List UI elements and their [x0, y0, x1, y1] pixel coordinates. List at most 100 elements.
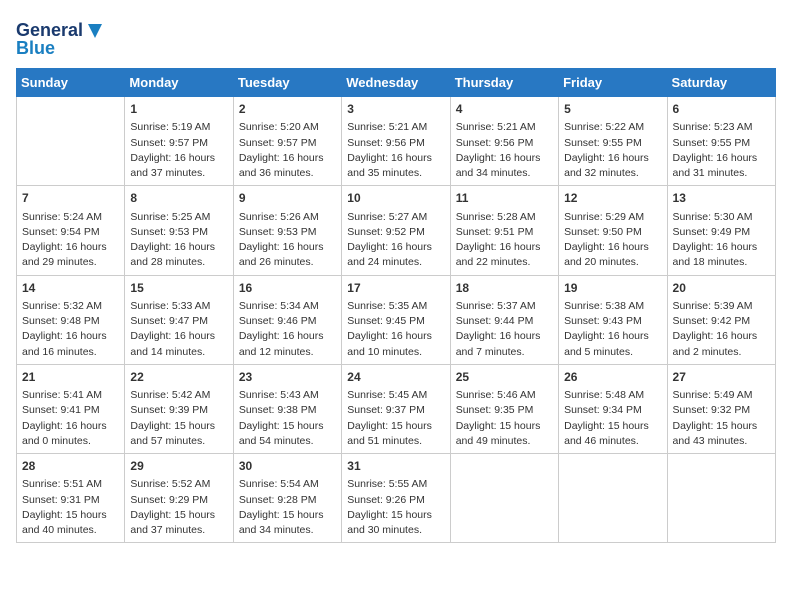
- day-number: 25: [456, 369, 553, 386]
- cell-content: Sunrise: 5:55 AMSunset: 9:26 PMDaylight:…: [347, 477, 444, 538]
- cell-content: Sunrise: 5:37 AMSunset: 9:44 PMDaylight:…: [456, 299, 553, 360]
- calendar-cell: 3 Sunrise: 5:21 AMSunset: 9:56 PMDaylight…: [342, 97, 450, 186]
- day-number: 12: [564, 190, 661, 207]
- svg-text:General: General: [16, 20, 83, 40]
- calendar-cell: 24Sunrise: 5:45 AMSunset: 9:37 PMDayligh…: [342, 364, 450, 453]
- calendar-cell: 17 Sunrise: 5:35 AMSunset: 9:45 PMDayligh…: [342, 275, 450, 364]
- page-header: General Blue: [16, 16, 776, 60]
- day-number: 18: [456, 280, 553, 297]
- calendar-cell: 31 Sunrise: 5:55 AMSunset: 9:26 PMDayligh…: [342, 454, 450, 543]
- day-number: 26: [564, 369, 661, 386]
- day-number: 7: [22, 190, 119, 207]
- cell-content: Sunrise: 5:30 AMSunset: 9:49 PMDaylight:…: [673, 210, 770, 271]
- cell-content: Sunrise: 5:28 AMSunset: 9:51 PMDaylight:…: [456, 210, 553, 271]
- day-number: 23: [239, 369, 336, 386]
- cell-content: Sunrise: 5:52 AMSunset: 9:29 PMDaylight:…: [130, 477, 227, 538]
- calendar-cell: 12Sunrise: 5:29 AMSunset: 9:50 PMDayligh…: [559, 186, 667, 275]
- week-row-3: 14 Sunrise: 5:32 AMSunset: 9:48 PMDayligh…: [17, 275, 776, 364]
- calendar-cell: 27Sunrise: 5:49 AMSunset: 9:32 PMDayligh…: [667, 364, 775, 453]
- cell-content: Sunrise: 5:48 AMSunset: 9:34 PMDaylight:…: [564, 388, 661, 449]
- cell-content: Sunrise: 5:20 AMSunset: 9:57 PMDaylight:…: [239, 120, 336, 181]
- cell-content: Sunrise: 5:25 AMSunset: 9:53 PMDaylight:…: [130, 210, 227, 271]
- calendar-cell: 2Sunrise: 5:20 AMSunset: 9:57 PMDaylight…: [233, 97, 341, 186]
- week-row-1: 1 Sunrise: 5:19 AMSunset: 9:57 PMDaylight…: [17, 97, 776, 186]
- cell-content: Sunrise: 5:42 AMSunset: 9:39 PMDaylight:…: [130, 388, 227, 449]
- day-number: 22: [130, 369, 227, 386]
- calendar-cell: 5 Sunrise: 5:22 AMSunset: 9:55 PMDaylight…: [559, 97, 667, 186]
- day-number: 17: [347, 280, 444, 297]
- calendar-cell: 1 Sunrise: 5:19 AMSunset: 9:57 PMDaylight…: [125, 97, 233, 186]
- calendar-cell: 15Sunrise: 5:33 AMSunset: 9:47 PMDayligh…: [125, 275, 233, 364]
- cell-content: Sunrise: 5:27 AMSunset: 9:52 PMDaylight:…: [347, 210, 444, 271]
- calendar-cell: 13 Sunrise: 5:30 AMSunset: 9:49 PMDayligh…: [667, 186, 775, 275]
- cell-content: Sunrise: 5:21 AMSunset: 9:56 PMDaylight:…: [456, 120, 553, 181]
- calendar-cell: 19Sunrise: 5:38 AMSunset: 9:43 PMDayligh…: [559, 275, 667, 364]
- weekday-monday: Monday: [125, 69, 233, 97]
- day-number: 10: [347, 190, 444, 207]
- day-number: 4: [456, 101, 553, 118]
- cell-content: Sunrise: 5:46 AMSunset: 9:35 PMDaylight:…: [456, 388, 553, 449]
- day-number: 28: [22, 458, 119, 475]
- cell-content: Sunrise: 5:49 AMSunset: 9:32 PMDaylight:…: [673, 388, 770, 449]
- day-number: 20: [673, 280, 770, 297]
- weekday-friday: Friday: [559, 69, 667, 97]
- day-number: 8: [130, 190, 227, 207]
- day-number: 5: [564, 101, 661, 118]
- calendar-cell: [17, 97, 125, 186]
- day-number: 29: [130, 458, 227, 475]
- cell-content: Sunrise: 5:41 AMSunset: 9:41 PMDaylight:…: [22, 388, 119, 449]
- cell-content: Sunrise: 5:26 AMSunset: 9:53 PMDaylight:…: [239, 210, 336, 271]
- day-number: 14: [22, 280, 119, 297]
- day-number: 16: [239, 280, 336, 297]
- cell-content: Sunrise: 5:24 AMSunset: 9:54 PMDaylight:…: [22, 210, 119, 271]
- day-number: 1: [130, 101, 227, 118]
- weekday-sunday: Sunday: [17, 69, 125, 97]
- calendar-cell: 23 Sunrise: 5:43 AMSunset: 9:38 PMDayligh…: [233, 364, 341, 453]
- calendar-cell: 30Sunrise: 5:54 AMSunset: 9:28 PMDayligh…: [233, 454, 341, 543]
- week-row-2: 7 Sunrise: 5:24 AMSunset: 9:54 PMDaylight…: [17, 186, 776, 275]
- week-row-4: 21Sunrise: 5:41 AMSunset: 9:41 PMDayligh…: [17, 364, 776, 453]
- calendar-cell: [450, 454, 558, 543]
- day-number: 31: [347, 458, 444, 475]
- weekday-header-row: SundayMondayTuesdayWednesdayThursdayFrid…: [17, 69, 776, 97]
- calendar-cell: 4 Sunrise: 5:21 AMSunset: 9:56 PMDaylight…: [450, 97, 558, 186]
- cell-content: Sunrise: 5:54 AMSunset: 9:28 PMDaylight:…: [239, 477, 336, 538]
- calendar-cell: 14 Sunrise: 5:32 AMSunset: 9:48 PMDayligh…: [17, 275, 125, 364]
- calendar-cell: 20 Sunrise: 5:39 AMSunset: 9:42 PMDayligh…: [667, 275, 775, 364]
- day-number: 9: [239, 190, 336, 207]
- week-row-5: 28 Sunrise: 5:51 AMSunset: 9:31 PMDayligh…: [17, 454, 776, 543]
- calendar-cell: 11 Sunrise: 5:28 AMSunset: 9:51 PMDayligh…: [450, 186, 558, 275]
- day-number: 3: [347, 101, 444, 118]
- calendar-cell: 7 Sunrise: 5:24 AMSunset: 9:54 PMDaylight…: [17, 186, 125, 275]
- cell-content: Sunrise: 5:22 AMSunset: 9:55 PMDaylight:…: [564, 120, 661, 181]
- logo: General Blue: [16, 16, 106, 60]
- cell-content: Sunrise: 5:23 AMSunset: 9:55 PMDaylight:…: [673, 120, 770, 181]
- calendar-cell: 10 Sunrise: 5:27 AMSunset: 9:52 PMDayligh…: [342, 186, 450, 275]
- day-number: 6: [673, 101, 770, 118]
- cell-content: Sunrise: 5:51 AMSunset: 9:31 PMDaylight:…: [22, 477, 119, 538]
- cell-content: Sunrise: 5:21 AMSunset: 9:56 PMDaylight:…: [347, 120, 444, 181]
- weekday-saturday: Saturday: [667, 69, 775, 97]
- day-number: 11: [456, 190, 553, 207]
- svg-text:Blue: Blue: [16, 38, 55, 58]
- calendar-cell: 26 Sunrise: 5:48 AMSunset: 9:34 PMDayligh…: [559, 364, 667, 453]
- calendar-cell: 6 Sunrise: 5:23 AMSunset: 9:55 PMDaylight…: [667, 97, 775, 186]
- day-number: 13: [673, 190, 770, 207]
- calendar-cell: 9 Sunrise: 5:26 AMSunset: 9:53 PMDaylight…: [233, 186, 341, 275]
- cell-content: Sunrise: 5:34 AMSunset: 9:46 PMDaylight:…: [239, 299, 336, 360]
- calendar-cell: 16 Sunrise: 5:34 AMSunset: 9:46 PMDayligh…: [233, 275, 341, 364]
- weekday-thursday: Thursday: [450, 69, 558, 97]
- calendar-cell: 8 Sunrise: 5:25 AMSunset: 9:53 PMDaylight…: [125, 186, 233, 275]
- calendar-cell: 25 Sunrise: 5:46 AMSunset: 9:35 PMDayligh…: [450, 364, 558, 453]
- calendar-table: SundayMondayTuesdayWednesdayThursdayFrid…: [16, 68, 776, 543]
- cell-content: Sunrise: 5:35 AMSunset: 9:45 PMDaylight:…: [347, 299, 444, 360]
- cell-content: Sunrise: 5:39 AMSunset: 9:42 PMDaylight:…: [673, 299, 770, 360]
- calendar-cell: 29 Sunrise: 5:52 AMSunset: 9:29 PMDayligh…: [125, 454, 233, 543]
- cell-content: Sunrise: 5:43 AMSunset: 9:38 PMDaylight:…: [239, 388, 336, 449]
- cell-content: Sunrise: 5:19 AMSunset: 9:57 PMDaylight:…: [130, 120, 227, 181]
- cell-content: Sunrise: 5:32 AMSunset: 9:48 PMDaylight:…: [22, 299, 119, 360]
- day-number: 24: [347, 369, 444, 386]
- logo-svg: General Blue: [16, 16, 106, 60]
- calendar-cell: 21Sunrise: 5:41 AMSunset: 9:41 PMDayligh…: [17, 364, 125, 453]
- day-number: 15: [130, 280, 227, 297]
